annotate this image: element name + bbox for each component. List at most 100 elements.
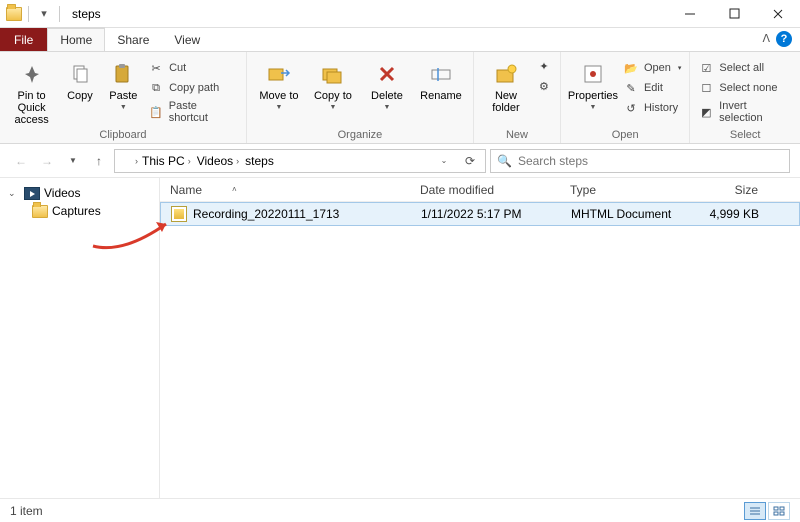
status-bar: 1 item (0, 498, 800, 522)
ribbon: Pin to Quick access Copy Paste ▼ ✂Cut ⧉C… (0, 52, 800, 144)
cut-icon: ✂ (148, 60, 164, 76)
select-all-icon: ☑ (698, 60, 714, 76)
chevron-down-icon: ▼ (275, 104, 282, 111)
rename-button[interactable]: Rename (417, 56, 465, 102)
edit-button[interactable]: ✎Edit (623, 80, 681, 96)
history-icon: ↺ (623, 100, 639, 116)
invert-selection-icon: ◩ (698, 104, 714, 120)
folder-icon (6, 7, 22, 21)
qat-dropdown-icon[interactable]: ▾ (35, 5, 53, 23)
group-label: Select (698, 127, 792, 141)
new-folder-button[interactable]: New folder (482, 56, 530, 114)
easy-access-icon: ⚙ (536, 78, 552, 94)
tree-item-captures[interactable]: Captures (4, 202, 155, 220)
select-all-button[interactable]: ☑Select all (698, 60, 792, 76)
group-open: Properties ▼ 📂Open▾ ✎Edit ↺History Open (561, 52, 690, 143)
tree-item-videos[interactable]: ⌄ Videos (4, 184, 155, 202)
collapse-icon[interactable]: ⌄ (8, 188, 20, 199)
group-clipboard: Pin to Quick access Copy Paste ▼ ✂Cut ⧉C… (0, 52, 247, 143)
up-button[interactable]: ↑ (88, 150, 110, 172)
divider (28, 6, 29, 22)
history-button[interactable]: ↺History (623, 100, 681, 116)
select-none-button[interactable]: ☐Select none (698, 80, 792, 96)
copy-to-button[interactable]: Copy to ▼ (309, 56, 357, 111)
rename-icon (427, 60, 455, 88)
item-count: 1 item (10, 504, 43, 518)
chevron-down-icon: ▼ (120, 104, 127, 111)
search-icon: 🔍 (497, 154, 512, 168)
ribbon-tabs: File Home Share View ᐱ ? (0, 28, 800, 52)
tab-home[interactable]: Home (47, 27, 105, 51)
tab-share[interactable]: Share (105, 28, 162, 51)
search-input[interactable] (518, 154, 783, 168)
group-new: New folder ✦ ⚙ New (474, 52, 561, 143)
pin-to-quick-access-button[interactable]: Pin to Quick access (8, 56, 55, 126)
details-view-button[interactable] (744, 502, 766, 520)
copy-path-button[interactable]: ⧉Copy path (148, 80, 238, 96)
refresh-button[interactable]: ⟳ (459, 150, 481, 172)
help-icon[interactable]: ? (776, 31, 792, 47)
videos-icon (24, 187, 40, 200)
group-label: Organize (255, 127, 465, 141)
copy-icon (66, 60, 94, 88)
column-headers: Name˄ Date modified Type Size (160, 178, 800, 202)
minimize-button[interactable] (668, 0, 712, 28)
col-header-type[interactable]: Type (560, 183, 680, 197)
sort-asc-icon: ˄ (232, 185, 237, 194)
collapse-ribbon-icon[interactable]: ᐱ (762, 32, 770, 45)
recent-dropdown[interactable]: ▼ (62, 150, 84, 172)
invert-selection-button[interactable]: ◩Invert selection (698, 100, 792, 124)
group-label: Clipboard (8, 127, 238, 141)
chevron-down-icon: ▼ (329, 104, 336, 111)
copy-button[interactable]: Copy (61, 56, 98, 102)
properties-button[interactable]: Properties ▼ (569, 56, 617, 111)
chevron-right-icon: › (135, 156, 138, 166)
file-name: Recording_20220111_1713 (193, 207, 339, 221)
col-header-name[interactable]: Name˄ (160, 183, 410, 197)
address-bar[interactable]: › This PC› Videos› steps ⌄ ⟳ (114, 149, 486, 173)
copy-path-icon: ⧉ (148, 80, 164, 96)
chevron-down-icon: ▼ (589, 104, 596, 111)
file-list: Name˄ Date modified Type Size Recording_… (160, 178, 800, 498)
cut-button[interactable]: ✂Cut (148, 60, 238, 76)
folder-icon (119, 155, 133, 167)
delete-icon (373, 60, 401, 88)
tab-view[interactable]: View (162, 28, 213, 51)
tab-file[interactable]: File (0, 28, 47, 51)
breadcrumb-steps[interactable]: steps (243, 154, 276, 168)
file-size: 4,999 KB (681, 207, 771, 221)
file-row[interactable]: Recording_20220111_1713 1/11/2022 5:17 P… (160, 202, 800, 226)
properties-icon (579, 60, 607, 88)
address-history-dropdown[interactable]: ⌄ (433, 150, 455, 172)
breadcrumb-videos[interactable]: Videos› (195, 154, 241, 168)
breadcrumb-this-pc[interactable]: This PC› (140, 154, 193, 168)
view-toggle (744, 502, 790, 520)
group-label: New (482, 127, 552, 141)
select-none-icon: ☐ (698, 80, 714, 96)
new-item-button[interactable]: ✦ (536, 58, 552, 74)
group-select: ☑Select all ☐Select none ◩Invert selecti… (690, 52, 800, 143)
folder-icon (32, 205, 48, 218)
close-button[interactable] (756, 0, 800, 28)
chevron-right-icon: › (236, 156, 239, 166)
thumbnails-view-button[interactable] (768, 502, 790, 520)
chevron-down-icon: ▼ (383, 104, 390, 111)
col-header-size[interactable]: Size (680, 183, 770, 197)
delete-button[interactable]: Delete ▼ (363, 56, 411, 111)
maximize-button[interactable] (712, 0, 756, 28)
paste-icon (109, 60, 137, 88)
pin-icon (18, 60, 46, 88)
back-button[interactable]: ← (10, 150, 32, 172)
address-row: ← → ▼ ↑ › This PC› Videos› steps ⌄ ⟳ 🔍 (0, 144, 800, 178)
col-header-date[interactable]: Date modified (410, 183, 560, 197)
forward-button[interactable]: → (36, 150, 58, 172)
easy-access-button[interactable]: ⚙ (536, 78, 552, 94)
move-to-button[interactable]: Move to ▼ (255, 56, 303, 111)
search-box[interactable]: 🔍 (490, 149, 790, 173)
new-item-icon: ✦ (536, 58, 552, 74)
paste-shortcut-button[interactable]: 📋Paste shortcut (148, 100, 238, 124)
paste-button[interactable]: Paste ▼ (105, 56, 142, 111)
new-folder-icon (492, 60, 520, 88)
open-icon: 📂 (623, 60, 639, 76)
open-button[interactable]: 📂Open▾ (623, 60, 681, 76)
